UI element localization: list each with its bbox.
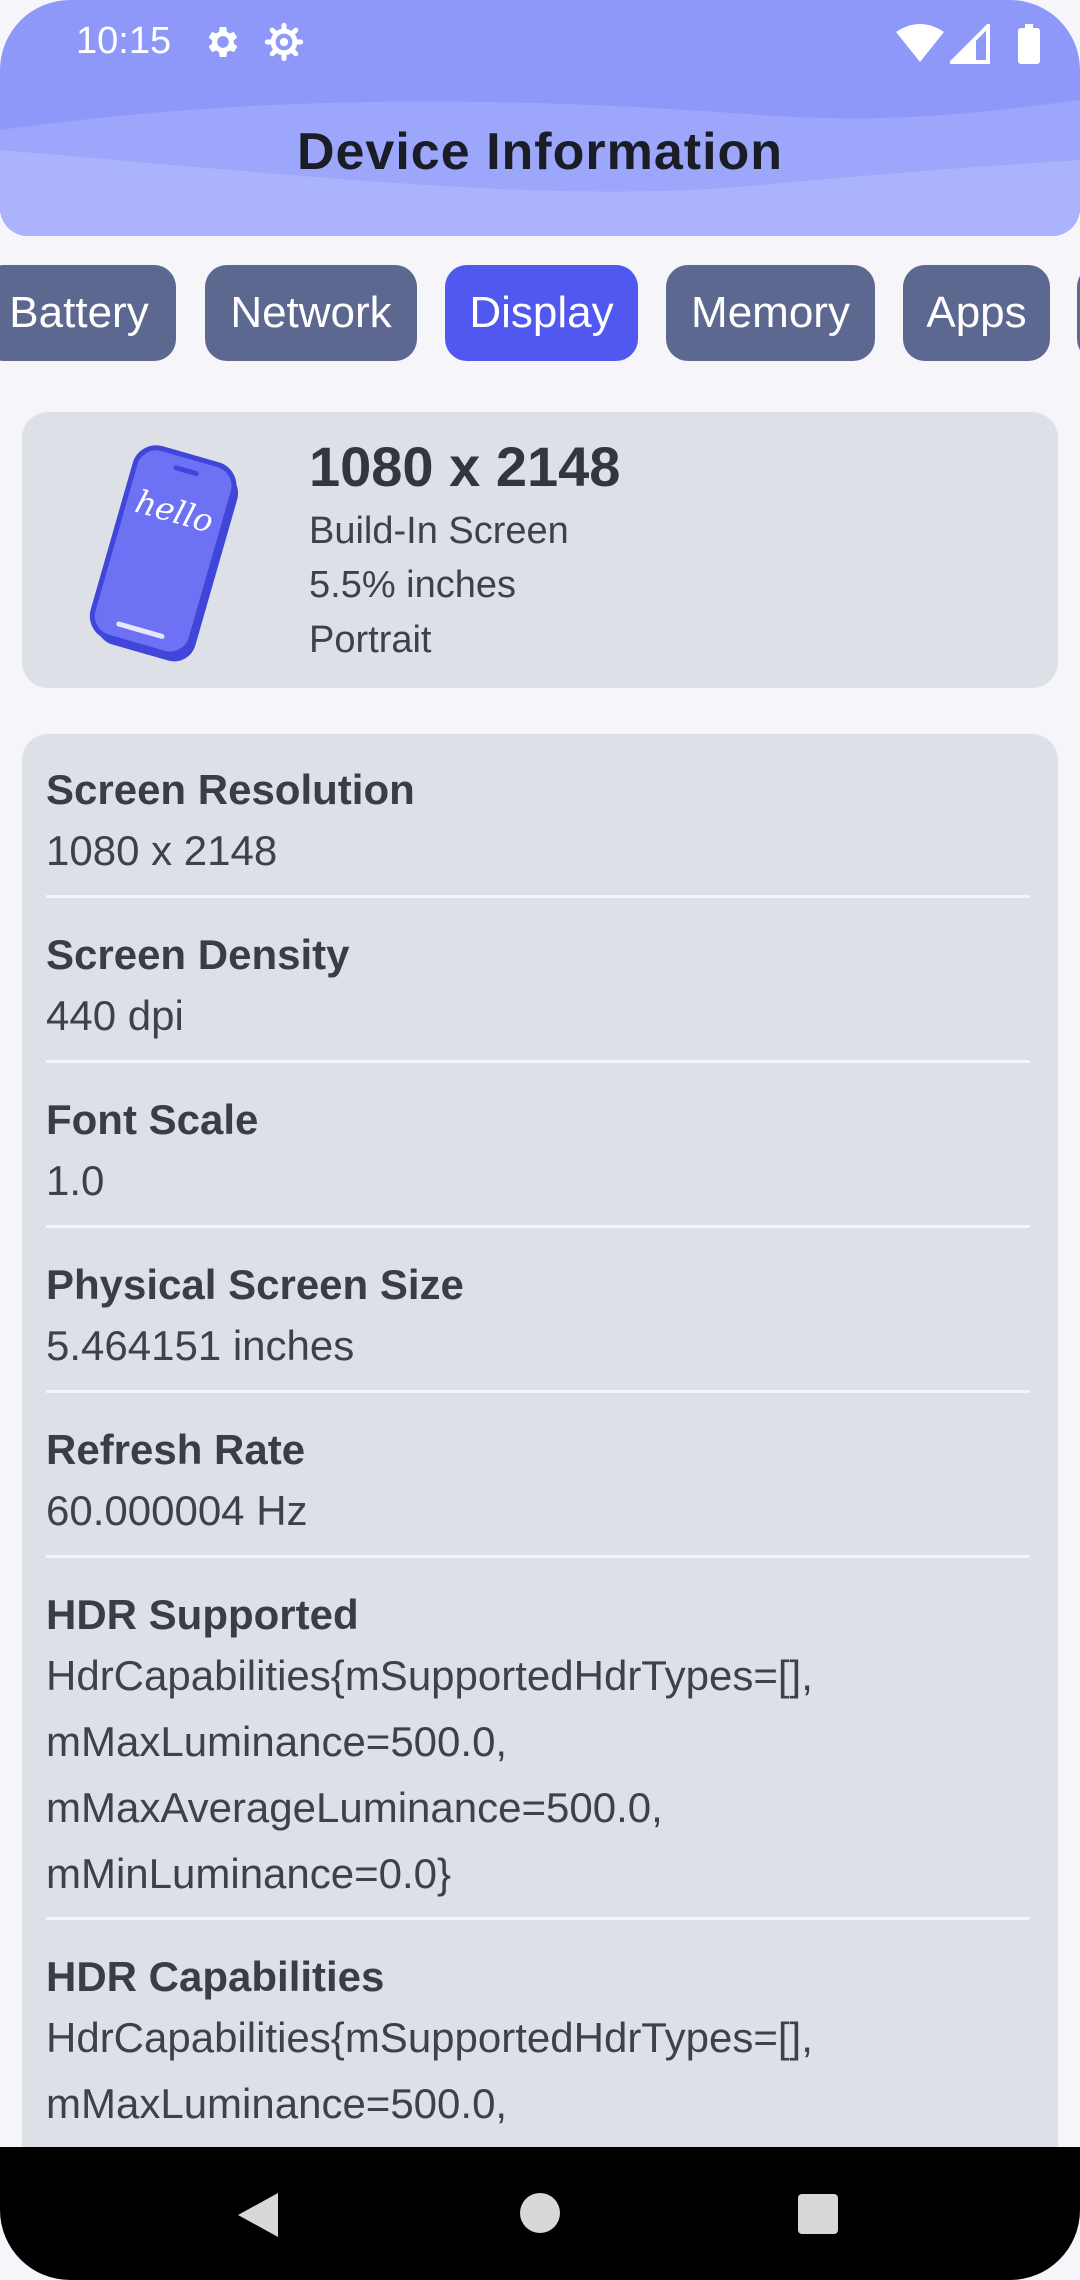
status-bar: 10:15 (0, 0, 1080, 88)
detail-value-line: mMaxLuminance=500.0, (46, 1718, 508, 1765)
summary-resolution: 1080 x 2148 (309, 435, 621, 498)
summary-size: 5.5% inches (309, 564, 517, 606)
detail-screen-density: Screen Density 440 dpi (46, 927, 1050, 1049)
tab-network[interactable]: Network (205, 265, 417, 361)
signal-icon (950, 24, 990, 64)
detail-label: Font Scale (46, 1096, 259, 1143)
detail-screen-resolution: Screen Resolution 1080 x 2148 (46, 762, 1050, 884)
detail-label: Physical Screen Size (46, 1261, 464, 1308)
divider (46, 895, 1030, 898)
tab-display[interactable]: Display (445, 265, 638, 361)
detail-label: HDR Capabilities (46, 1953, 385, 2000)
detail-value: 1080 x 2148 (46, 827, 278, 874)
category-tabs: Battery Network Display Memory Apps (0, 265, 1080, 362)
detail-label: Screen Resolution (46, 766, 415, 813)
detail-font-scale: Font Scale 1.0 (46, 1092, 1050, 1214)
tab-memory[interactable]: Memory (666, 265, 875, 361)
phone-illustration-icon: hello (89, 445, 239, 662)
detail-value: 1.0 (46, 1157, 105, 1204)
detail-label: Refresh Rate (46, 1426, 306, 1473)
gear-outline-icon (264, 22, 304, 62)
detail-label: HDR Supported (46, 1591, 359, 1638)
detail-physical-screen-size: Physical Screen Size 5.464151 inches (46, 1257, 1050, 1379)
detail-label: Screen Density (46, 931, 350, 978)
divider (46, 1225, 1030, 1228)
detail-value-line: HdrCapabilities{mSupportedHdrTypes=[], (46, 1652, 813, 1699)
detail-value: 60.000004 Hz (46, 1487, 308, 1534)
gear-icon (208, 27, 238, 57)
detail-value-line: HdrCapabilities{mSupportedHdrTypes=[], (46, 2014, 813, 2061)
detail-refresh-rate: Refresh Rate 60.000004 Hz (46, 1422, 1050, 1544)
summary-screen-type: Build-In Screen (309, 510, 569, 552)
divider (46, 1390, 1030, 1393)
page-title: Device Information (296, 123, 784, 181)
display-summary-card: hello 1080 x 2148 Build-In Screen 5.5% i… (22, 412, 1058, 688)
summary-orientation: Portrait (309, 619, 432, 661)
navigation-bar (0, 2147, 1080, 2280)
divider (46, 1917, 1030, 1920)
detail-value-line: mMaxLuminance=500.0, (46, 2080, 508, 2127)
divider (46, 1060, 1030, 1063)
wifi-icon (896, 24, 944, 62)
home-icon[interactable] (518, 2191, 562, 2235)
tab-apps[interactable]: Apps (903, 265, 1050, 361)
app-header: 10:15 Device Information (0, 0, 1080, 236)
divider (46, 1555, 1030, 1558)
recents-icon[interactable] (797, 2193, 839, 2235)
detail-hdr-supported: HDR Supported HdrCapabilities{mSupported… (46, 1587, 1050, 1907)
back-icon[interactable] (236, 2191, 280, 2239)
detail-hdr-capabilities: HDR Capabilities HdrCapabilities{mSuppor… (46, 1949, 1050, 2137)
display-details-card: Screen Resolution 1080 x 2148 Screen Den… (22, 734, 1058, 2154)
detail-value-line: mMaxAverageLuminance=500.0, (46, 1784, 663, 1831)
detail-value: 440 dpi (46, 992, 184, 1039)
battery-icon (1018, 24, 1040, 64)
status-time: 10:15 (76, 20, 172, 62)
detail-value-line: mMinLuminance=0.0} (46, 1850, 452, 1897)
tab-battery[interactable]: Battery (0, 265, 176, 361)
detail-value: 5.464151 inches (46, 1322, 355, 1369)
